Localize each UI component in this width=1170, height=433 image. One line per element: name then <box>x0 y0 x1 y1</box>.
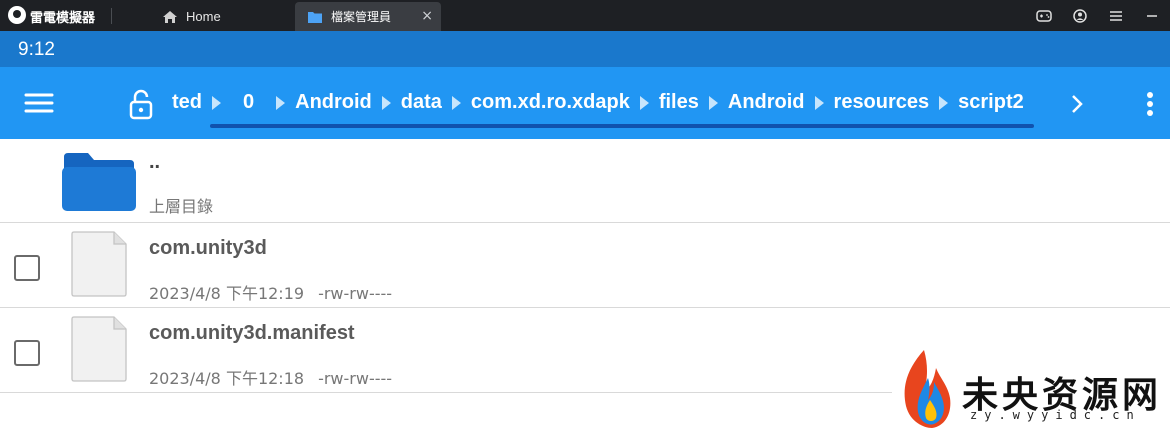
tab-close-icon[interactable]: × <box>421 9 433 23</box>
breadcrumb-item[interactable]: Android <box>728 91 805 114</box>
tab-home[interactable]: Home <box>150 2 290 31</box>
breadcrumb-item[interactable]: files <box>659 91 699 114</box>
breadcrumb-scroll-indicator <box>210 124 1034 128</box>
watermark: 未央资源网 zy.wyyidc.cn <box>892 346 1170 433</box>
tab-home-label: Home <box>186 9 221 24</box>
app-bar: ted 0 Android data com.xd.ro.xdapk files… <box>0 67 1170 139</box>
list-item[interactable]: com.unity3d 2023/4/8 下午12:19 -rw-rw---- <box>0 223 1170 308</box>
select-checkbox[interactable] <box>14 255 40 281</box>
file-icon <box>70 231 128 297</box>
watermark-url: zy.wyyidc.cn <box>970 408 1141 422</box>
chevron-right-icon <box>939 95 949 110</box>
chevron-right-icon <box>708 95 718 110</box>
breadcrumb-item[interactable]: script2 <box>958 91 1024 114</box>
titlebar-controls <box>1026 0 1170 31</box>
file-name: com.unity3d.manifest <box>149 322 355 344</box>
chevron-right-icon <box>451 95 461 110</box>
file-meta: 2023/4/8 下午12:18 -rw-rw---- <box>149 365 392 389</box>
breadcrumb-item[interactable]: ted <box>172 91 202 114</box>
file-permissions: -rw-rw---- <box>318 369 393 388</box>
parent-dir-name: .. <box>149 151 161 173</box>
chevron-right-icon <box>276 95 286 110</box>
path-breadcrumb[interactable]: ted 0 Android data com.xd.ro.xdapk files… <box>172 67 1034 139</box>
file-date: 2023/4/8 下午12:19 <box>149 284 305 303</box>
status-clock: 9:12 <box>18 39 55 60</box>
tab-file-manager[interactable]: 檔案管理員 × <box>295 2 441 31</box>
breadcrumb-item[interactable]: com.xd.ro.xdapk <box>471 91 630 114</box>
file-permissions: -rw-rw---- <box>318 284 393 303</box>
chevron-right-icon <box>814 95 824 110</box>
chevron-right-icon <box>639 95 649 110</box>
folder-icon <box>307 10 323 24</box>
hamburger-menu-icon[interactable] <box>22 89 56 117</box>
unlock-icon[interactable] <box>124 87 158 121</box>
select-checkbox[interactable] <box>14 340 40 366</box>
chevron-right-icon <box>381 95 391 110</box>
minimize-icon[interactable] <box>1134 0 1170 31</box>
account-icon[interactable] <box>1062 0 1098 31</box>
breadcrumb-item[interactable]: Android <box>295 91 372 114</box>
app-logo-icon <box>8 6 26 24</box>
gamepad-icon[interactable] <box>1026 0 1062 31</box>
titlebar-divider <box>111 8 112 24</box>
file-date: 2023/4/8 下午12:18 <box>149 369 305 388</box>
tab-file-manager-label: 檔案管理員 <box>331 10 392 24</box>
file-icon <box>70 316 128 382</box>
app-name: 雷電模擬器 <box>30 11 96 26</box>
breadcrumb-item[interactable]: resources <box>834 91 930 114</box>
list-item-parent-directory[interactable]: .. 上層目錄 <box>0 139 1170 223</box>
chevron-right-icon[interactable] <box>1064 91 1090 117</box>
more-vert-icon[interactable] <box>1138 87 1162 121</box>
file-name: com.unity3d <box>149 237 267 259</box>
chevron-right-icon <box>212 95 221 110</box>
folder-icon <box>60 149 138 213</box>
parent-dir-label: 上層目錄 <box>149 197 214 216</box>
home-icon <box>162 10 178 24</box>
flame-logo-icon <box>898 348 954 430</box>
menu-icon[interactable] <box>1098 0 1134 31</box>
emulator-titlebar: 雷電模擬器 Home 檔案管理員 × <box>0 0 1170 31</box>
breadcrumb-item[interactable]: data <box>401 91 442 114</box>
file-meta: 2023/4/8 下午12:19 -rw-rw---- <box>149 280 392 304</box>
breadcrumb-item[interactable]: 0 <box>243 91 254 114</box>
android-statusbar: 9:12 <box>0 31 1170 67</box>
